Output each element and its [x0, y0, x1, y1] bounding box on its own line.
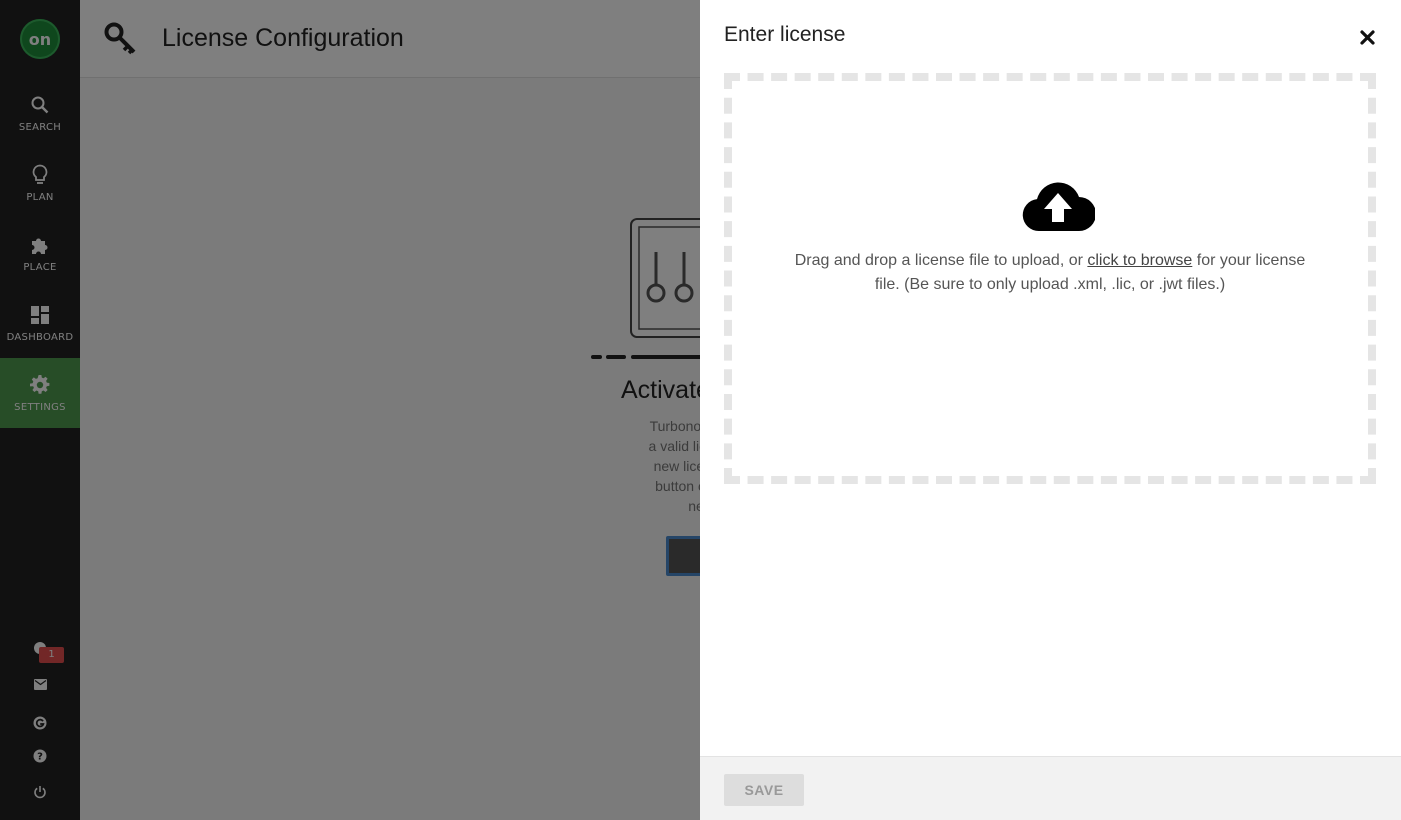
close-icon[interactable] [1356, 26, 1378, 48]
license-dropzone[interactable]: Drag and drop a license file to upload, … [724, 73, 1376, 484]
browse-link[interactable]: click to browse [1087, 252, 1192, 269]
enter-license-panel: Enter license Drag and drop a license fi… [700, 0, 1401, 820]
panel-title: Enter license [724, 23, 846, 46]
dropzone-instructions: Drag and drop a license file to upload, … [792, 249, 1308, 297]
dropzone-text-before: Drag and drop a license file to upload, … [794, 252, 1088, 269]
cloud-upload-icon [1021, 181, 1096, 233]
save-button[interactable]: SAVE [724, 774, 804, 806]
panel-footer: SAVE [700, 756, 1401, 820]
